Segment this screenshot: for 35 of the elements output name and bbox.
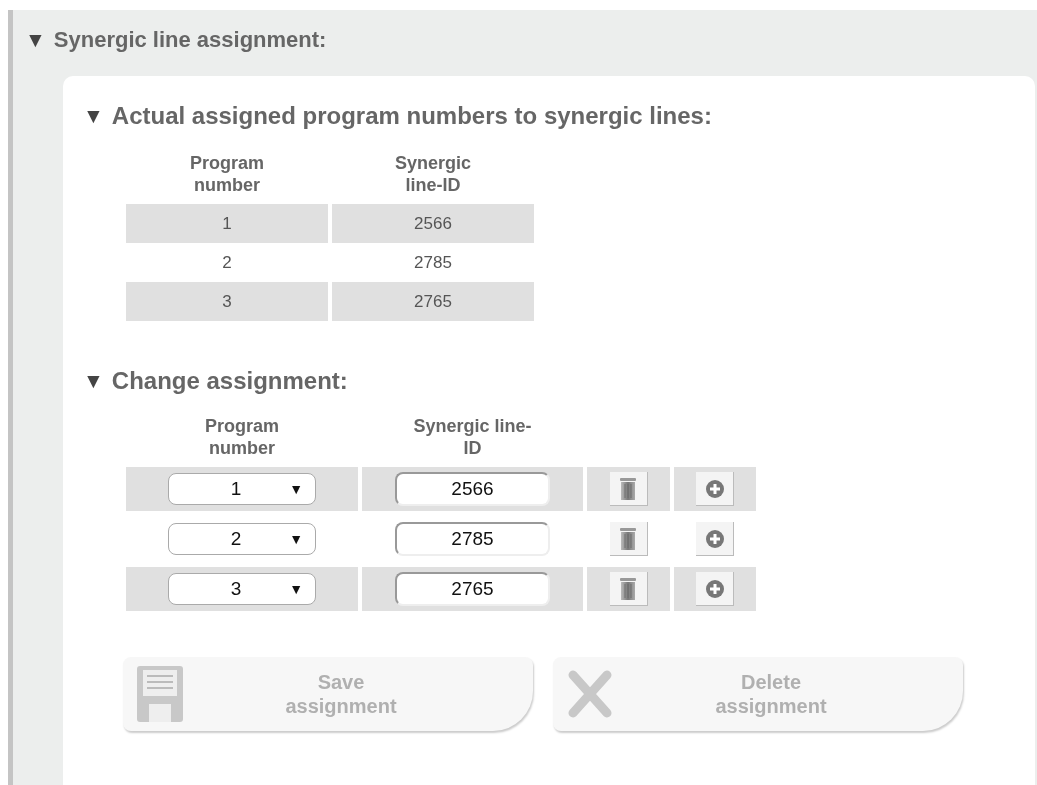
- add-row-button[interactable]: [696, 472, 734, 506]
- table-cell: 3: [126, 282, 328, 321]
- add-row-button[interactable]: [696, 572, 734, 606]
- column-header: Synergic line-ID: [393, 152, 472, 197]
- trash-icon: [619, 576, 637, 601]
- table-cell: 1: [126, 204, 328, 243]
- line-id-field[interactable]: 2785: [395, 522, 550, 556]
- table-cell: 2566: [332, 204, 534, 243]
- collapse-toggle[interactable]: ▼: [83, 369, 104, 393]
- delete-row-button[interactable]: [609, 472, 648, 506]
- close-icon: [567, 669, 613, 719]
- table-cell-text: 2: [221, 251, 233, 274]
- table-cell-text: 2785: [413, 251, 453, 274]
- line-id-field[interactable]: 2566: [395, 472, 550, 506]
- section-title: Actual assigned program numbers to synergic lines:: [111, 102, 712, 130]
- table-cell: 2765: [332, 282, 534, 321]
- line-id-field[interactable]: 2765: [395, 572, 550, 606]
- plus-icon: [704, 578, 725, 599]
- section-title: Synergic line assignment:: [53, 27, 327, 53]
- section-title: Change assignment:: [111, 367, 348, 395]
- program-dropdown[interactable]: 2 ▼: [168, 523, 316, 555]
- program-dropdown[interactable]: 3 ▼: [168, 573, 316, 605]
- trash-icon: [619, 476, 637, 501]
- delete-row-button[interactable]: [609, 572, 648, 606]
- column-header: Synergic line-ID: [412, 415, 533, 460]
- collapse-toggle[interactable]: ▼: [25, 28, 46, 52]
- collapse-toggle[interactable]: ▼: [83, 104, 104, 128]
- add-row-button[interactable]: [696, 522, 734, 556]
- delete-row-button[interactable]: [609, 522, 648, 556]
- column-header: Program number: [204, 415, 280, 460]
- column-header: Program number: [189, 152, 265, 197]
- program-dropdown[interactable]: 1 ▼: [168, 473, 316, 505]
- plus-icon: [704, 528, 725, 549]
- plus-icon: [704, 478, 725, 499]
- trash-icon: [619, 526, 637, 551]
